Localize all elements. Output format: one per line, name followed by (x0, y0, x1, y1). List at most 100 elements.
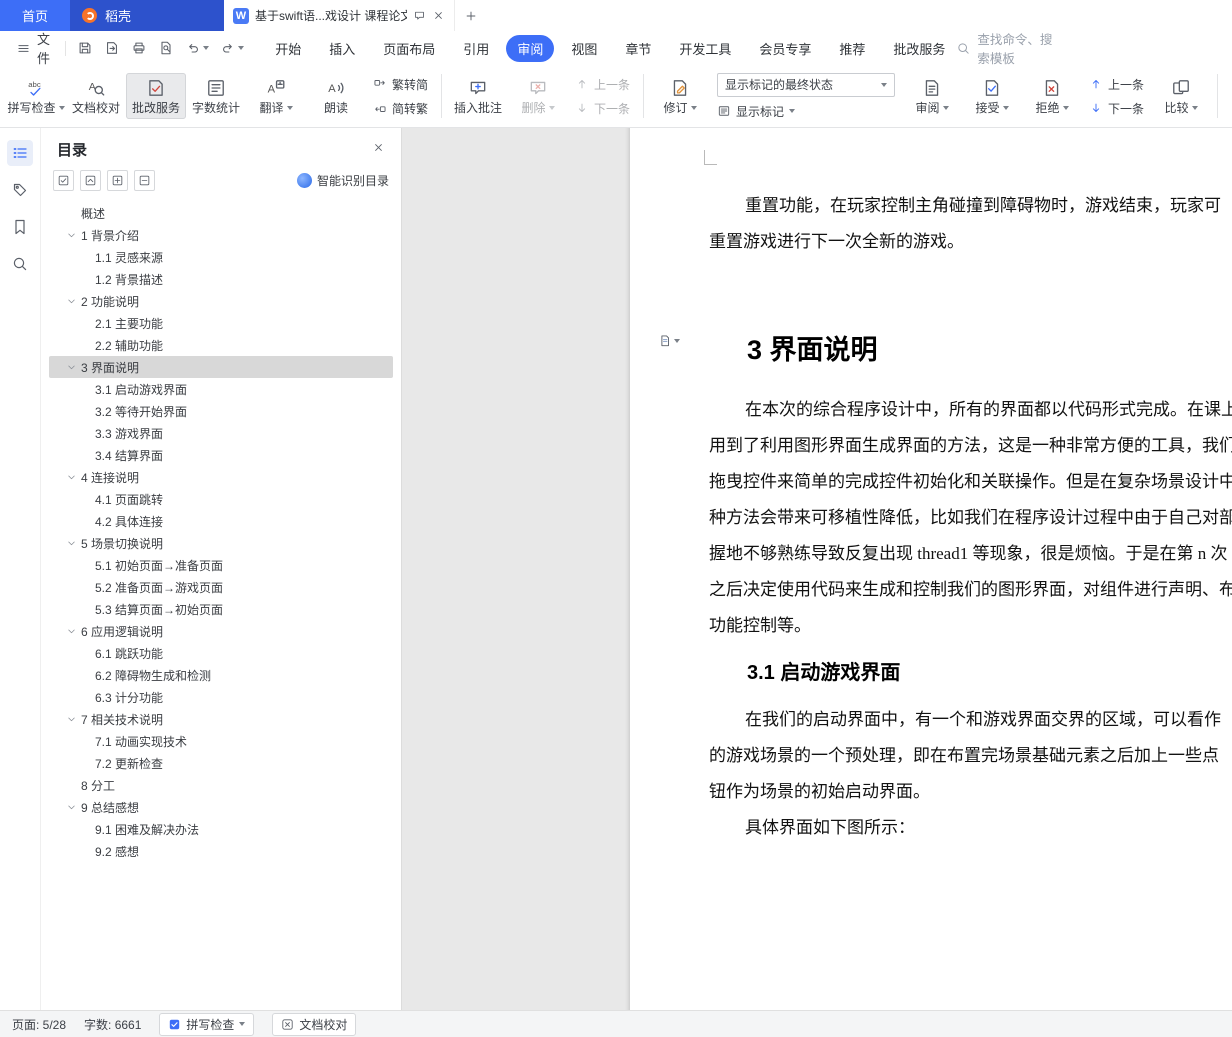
search-pane-button[interactable] (7, 251, 33, 277)
collapse-up-button[interactable] (80, 170, 101, 191)
doc-proof-toggle[interactable]: 文档校对 (272, 1012, 357, 1036)
toc-item[interactable]: 5.2 准备页面→游戏页面 (49, 576, 393, 598)
review-pane-button[interactable]: 审阅 (902, 73, 962, 119)
toc-item[interactable]: 2.1 主要功能 (49, 312, 393, 334)
toc-item[interactable]: 概述 (49, 202, 393, 224)
document-page[interactable]: 重置功能，在玩家控制主角碰撞到障碍物时，游戏结束，玩家可 重置游戏进行下一次全新的… (630, 128, 1232, 1010)
toc-item[interactable]: 6.1 跳跃功能 (49, 642, 393, 664)
prev-revision-button[interactable]: 上一条 (1089, 76, 1144, 93)
toc-item[interactable]: 2 功能说明 (49, 290, 393, 312)
toc-item[interactable]: 3 界面说明 (49, 356, 393, 378)
menu-tab-11[interactable]: 批改服务 (882, 35, 956, 62)
toc-item[interactable]: 7.1 动画实现技术 (49, 730, 393, 752)
compare-button[interactable]: 比较 (1151, 73, 1211, 119)
toc-item[interactable]: 9 总结感想 (49, 796, 393, 818)
command-search[interactable]: 查找命令、搜索模板 (956, 29, 1060, 67)
toc-item[interactable]: 1 背景介绍 (49, 224, 393, 246)
docer-tab[interactable]: 稻壳 (70, 0, 224, 31)
pen-button[interactable]: 画笔 (1224, 73, 1232, 119)
toc-item[interactable]: 6.3 计分功能 (49, 686, 393, 708)
accept-button[interactable]: 接受 (962, 73, 1022, 119)
toc-item[interactable]: 3.3 游戏界面 (49, 422, 393, 444)
delete-comment-button[interactable]: 删除 (508, 73, 568, 119)
show-markup-button[interactable]: 显示标记 (717, 103, 895, 120)
chevron-down-icon[interactable] (63, 535, 79, 551)
toc-item[interactable]: 1.1 灵感来源 (49, 246, 393, 268)
print-button[interactable] (127, 36, 151, 60)
toc-item[interactable]: 3.2 等待开始界面 (49, 400, 393, 422)
toc-item[interactable]: 5.3 结算页面→初始页面 (49, 598, 393, 620)
menu-tab-5[interactable]: 审阅 (506, 34, 555, 62)
chevron-down-icon[interactable] (63, 359, 79, 375)
menu-tab-9[interactable]: 会员专享 (748, 35, 822, 62)
menu-tab-8[interactable]: 开发工具 (668, 35, 742, 62)
markup-state-select[interactable]: 显示标记的最终状态 (717, 72, 896, 97)
print-preview-button[interactable] (154, 36, 178, 60)
toc-item[interactable]: 8 分工 (49, 774, 393, 796)
undo-button[interactable] (181, 36, 213, 60)
spellcheck-button[interactable]: abc 拼写检查 (6, 73, 66, 119)
close-toc-button[interactable] (372, 141, 385, 159)
toc-item[interactable]: 4 连接说明 (49, 466, 393, 488)
toc-item[interactable]: 9.2 感想 (49, 840, 393, 862)
save-button[interactable] (73, 36, 97, 60)
traditional-to-simplified-button[interactable]: 繁转简 (373, 76, 428, 93)
toc-item[interactable]: 6 应用逻辑说明 (49, 620, 393, 642)
toc-item[interactable]: 9.1 困难及解决办法 (49, 818, 393, 840)
document-tab[interactable]: 基于swift语...戏设计 课程论文 (224, 0, 455, 31)
select-check-button[interactable] (53, 170, 74, 191)
insert-comment-button[interactable]: 插入批注 (448, 73, 508, 119)
toc-item[interactable]: 3.1 启动游戏界面 (49, 378, 393, 400)
home-tab[interactable]: 首页 (0, 0, 70, 31)
close-tab-icon[interactable] (432, 9, 445, 22)
toc-item[interactable]: 4.1 页面跳转 (49, 488, 393, 510)
toc-item[interactable]: 6.2 障碍物生成和检测 (49, 664, 393, 686)
toc-item[interactable]: 3.4 结算界面 (49, 444, 393, 466)
toc-item[interactable]: 5.1 初始页面→准备页面 (49, 554, 393, 576)
doc-proof-button[interactable]: A 文档校对 (66, 73, 126, 119)
toc-item[interactable]: 2.2 辅助功能 (49, 334, 393, 356)
smart-toc-button[interactable]: 智能识别目录 (296, 172, 389, 189)
toc-item[interactable]: 7 相关技术说明 (49, 708, 393, 730)
file-menu-button[interactable]: 文件 (10, 29, 58, 67)
toc-item[interactable]: 7.2 更新检查 (49, 752, 393, 774)
spellcheck-toggle[interactable]: 拼写检查 (159, 1012, 255, 1036)
translate-button[interactable]: A 翻译 (246, 73, 306, 119)
reject-button[interactable]: 拒绝 (1022, 73, 1082, 119)
menu-tab-6[interactable]: 视图 (560, 35, 608, 62)
next-revision-button[interactable]: 下一条 (1089, 100, 1144, 117)
toc-item[interactable]: 4.2 具体连接 (49, 510, 393, 532)
document-canvas[interactable]: 重置功能，在玩家控制主角碰撞到障碍物时，游戏结束，玩家可 重置游戏进行下一次全新的… (402, 128, 1232, 1010)
menu-tab-10[interactable]: 推荐 (828, 35, 876, 62)
menu-tab-4[interactable]: 引用 (452, 35, 500, 62)
annotation-pane-button[interactable] (7, 177, 33, 203)
chevron-down-icon[interactable] (63, 469, 79, 485)
export-button[interactable] (100, 36, 124, 60)
simplified-to-traditional-button[interactable]: 简转繁 (373, 100, 428, 117)
new-tab-button[interactable] (455, 0, 487, 31)
menu-tab-3[interactable]: 页面布局 (372, 35, 446, 62)
word-count-button[interactable]: 字数统计 (186, 73, 246, 119)
bookmark-pane-button[interactable] (7, 214, 33, 240)
chevron-down-icon[interactable] (63, 623, 79, 639)
next-comment-button[interactable]: 下一条 (575, 100, 630, 117)
chevron-down-icon[interactable] (63, 293, 79, 309)
outline-pane-button[interactable] (7, 140, 33, 166)
chevron-down-icon[interactable] (63, 227, 79, 243)
menu-tab-7[interactable]: 章节 (614, 35, 662, 62)
toc-item[interactable]: 1.2 背景描述 (49, 268, 393, 290)
collapse-minus-button[interactable] (134, 170, 155, 191)
prev-comment-button[interactable]: 上一条 (575, 76, 630, 93)
comment-bubble-icon[interactable] (413, 9, 426, 22)
toc-item[interactable]: 5 场景切换说明 (49, 532, 393, 554)
chevron-down-icon[interactable] (63, 711, 79, 727)
redo-button[interactable] (216, 36, 248, 60)
read-aloud-button[interactable]: A 朗读 (306, 73, 366, 119)
grading-button[interactable]: 批改服务 (126, 73, 186, 119)
menu-tab-1[interactable]: 开始 (264, 35, 312, 62)
menu-tab-2[interactable]: 插入 (318, 35, 366, 62)
track-changes-button[interactable]: 修订 (650, 73, 710, 119)
chevron-down-icon[interactable] (63, 799, 79, 815)
margin-note-indicator[interactable] (658, 334, 680, 348)
expand-plus-button[interactable] (107, 170, 128, 191)
